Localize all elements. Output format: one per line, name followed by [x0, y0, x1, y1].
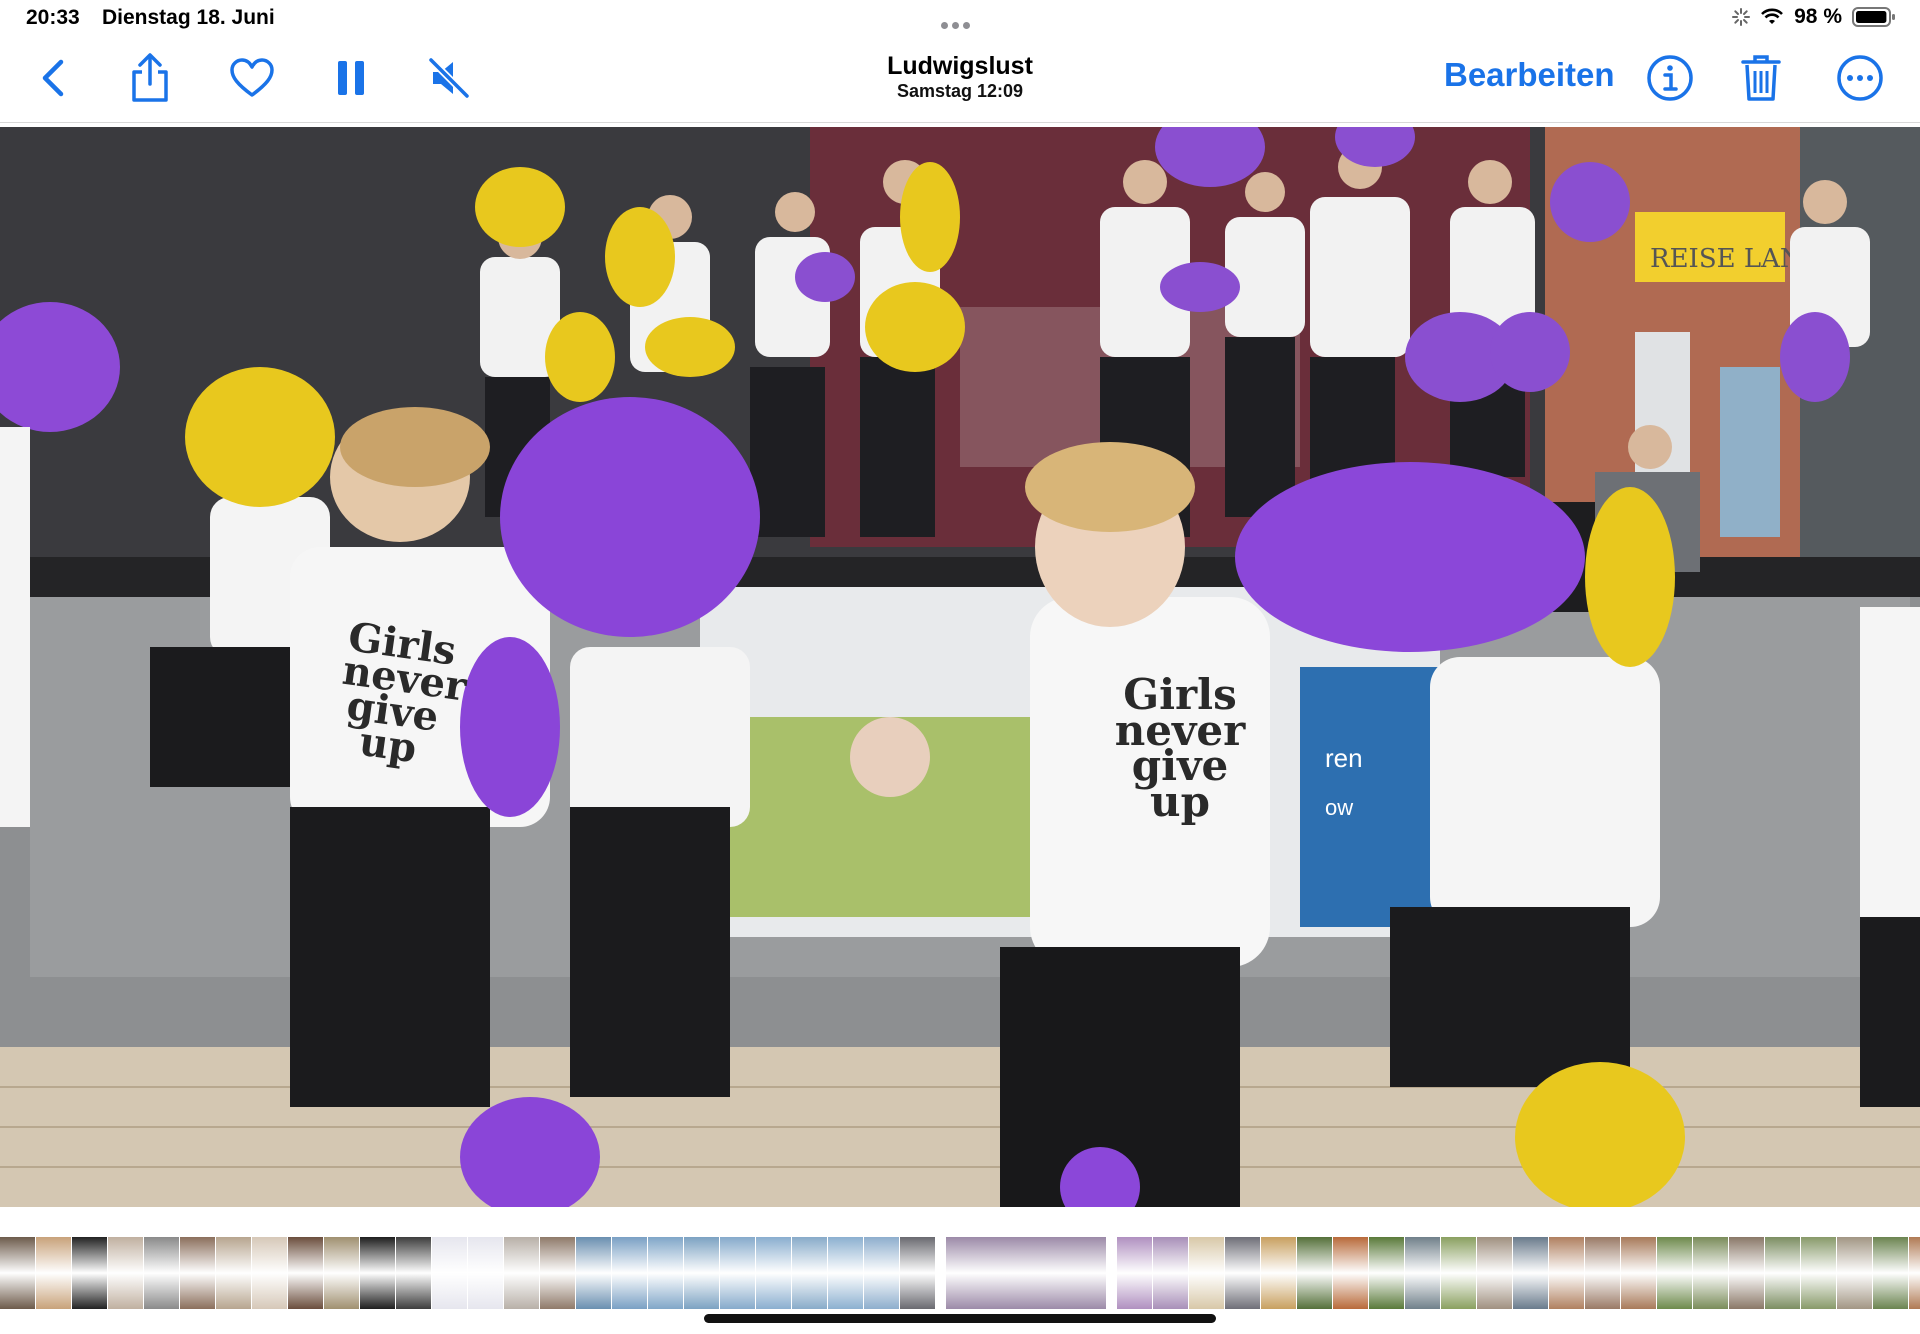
filmstrip-thumb[interactable] [252, 1237, 287, 1309]
photo-title-block: Ludwigslust Samstag 12:09 [760, 52, 1160, 102]
photo-location-title: Ludwigslust [887, 52, 1033, 80]
heart-icon[interactable] [224, 50, 280, 106]
filmstrip-thumb[interactable] [1765, 1237, 1800, 1309]
status-date: Dienstag 18. Juni [102, 6, 275, 29]
filmstrip-thumb[interactable] [1369, 1237, 1404, 1309]
filmstrip-thumb[interactable] [1225, 1237, 1260, 1309]
status-time: 20:33 [26, 6, 80, 29]
multitasking-dots-icon[interactable] [941, 16, 979, 29]
status-bar: 20:33 Dienstag 18. Juni 98 % [0, 0, 1920, 40]
filmstrip-thumb[interactable] [1621, 1237, 1656, 1309]
filmstrip-thumb[interactable] [216, 1237, 251, 1309]
filmstrip-thumb[interactable] [612, 1237, 647, 1309]
filmstrip-thumb[interactable] [1585, 1237, 1620, 1309]
filmstrip-thumb[interactable] [1801, 1237, 1836, 1309]
filmstrip-thumb[interactable] [1837, 1237, 1872, 1309]
filmstrip-thumb[interactable] [1297, 1237, 1332, 1309]
trash-icon[interactable] [1733, 50, 1789, 106]
edit-button[interactable]: Bearbeiten [1444, 56, 1615, 94]
banner-text-1: ren [1325, 743, 1363, 773]
filmstrip-thumb[interactable] [828, 1237, 863, 1309]
filmstrip-thumb[interactable] [900, 1237, 935, 1309]
battery-icon [1852, 7, 1895, 27]
banner-text-2: ow [1325, 795, 1353, 820]
filmstrip-thumb[interactable] [324, 1237, 359, 1309]
photo-filmstrip[interactable] [0, 1237, 1920, 1309]
filmstrip-thumb[interactable] [756, 1237, 791, 1309]
photo-date-subtitle: Samstag 12:09 [896, 81, 1024, 101]
filmstrip-thumb-selected[interactable] [943, 1237, 1109, 1309]
activity-spinner-icon [1732, 8, 1751, 26]
filmstrip-thumb[interactable] [144, 1237, 179, 1309]
info-icon[interactable] [1642, 50, 1698, 106]
filmstrip-thumb[interactable] [1477, 1237, 1512, 1309]
photo-toolbar: Ludwigslust Samstag 12:09 Bearbeiten [0, 40, 1920, 123]
shirt-text-left: Girls never give up [339, 613, 470, 773]
photo-scene: REISE LAND ren ow [0, 127, 1920, 1207]
pause-icon[interactable] [323, 50, 379, 106]
filmstrip-thumb[interactable] [648, 1237, 683, 1309]
filmstrip-thumb[interactable] [360, 1237, 395, 1309]
shirt-text-center: Girls never give up [1114, 670, 1246, 827]
filmstrip-thumb[interactable] [36, 1237, 71, 1309]
filmstrip-thumb[interactable] [468, 1237, 503, 1309]
filmstrip-thumb[interactable] [576, 1237, 611, 1309]
filmstrip-thumb[interactable] [72, 1237, 107, 1309]
filmstrip-thumb[interactable] [1549, 1237, 1584, 1309]
filmstrip-thumb[interactable] [1873, 1237, 1908, 1309]
status-right: 98 % [1732, 5, 1896, 29]
filmstrip-thumb[interactable] [504, 1237, 539, 1309]
filmstrip-thumb[interactable] [720, 1237, 755, 1309]
share-icon[interactable] [122, 50, 178, 106]
photo-viewer[interactable]: REISE LAND ren ow Girls never give up Gi… [0, 127, 1920, 1207]
filmstrip-thumb[interactable] [1693, 1237, 1728, 1309]
more-icon[interactable] [1832, 50, 1888, 106]
filmstrip-thumb[interactable] [1117, 1237, 1152, 1309]
back-chevron-icon[interactable] [25, 50, 81, 106]
filmstrip-thumb[interactable] [1189, 1237, 1224, 1309]
filmstrip-thumb[interactable] [1333, 1237, 1368, 1309]
filmstrip-thumb[interactable] [1441, 1237, 1476, 1309]
filmstrip-thumb[interactable] [1909, 1237, 1920, 1309]
filmstrip-thumb[interactable] [0, 1237, 35, 1309]
filmstrip-thumb[interactable] [792, 1237, 827, 1309]
filmstrip-thumb[interactable] [1153, 1237, 1188, 1309]
filmstrip-thumb[interactable] [864, 1237, 899, 1309]
filmstrip-thumb[interactable] [396, 1237, 431, 1309]
filmstrip-thumb[interactable] [1657, 1237, 1692, 1309]
filmstrip-thumb[interactable] [108, 1237, 143, 1309]
filmstrip-thumb[interactable] [684, 1237, 719, 1309]
wifi-icon [1761, 8, 1784, 24]
filmstrip-thumb[interactable] [1513, 1237, 1548, 1309]
filmstrip-thumb[interactable] [1729, 1237, 1764, 1309]
home-indicator[interactable] [704, 1314, 1216, 1323]
filmstrip-thumb[interactable] [288, 1237, 323, 1309]
filmstrip-thumb[interactable] [1261, 1237, 1296, 1309]
battery-percentage: 98 % [1794, 5, 1842, 28]
filmstrip-thumb[interactable] [180, 1237, 215, 1309]
filmstrip-thumb[interactable] [540, 1237, 575, 1309]
filmstrip-thumb[interactable] [1405, 1237, 1440, 1309]
speaker-muted-icon[interactable] [421, 50, 477, 106]
filmstrip-thumb[interactable] [432, 1237, 467, 1309]
